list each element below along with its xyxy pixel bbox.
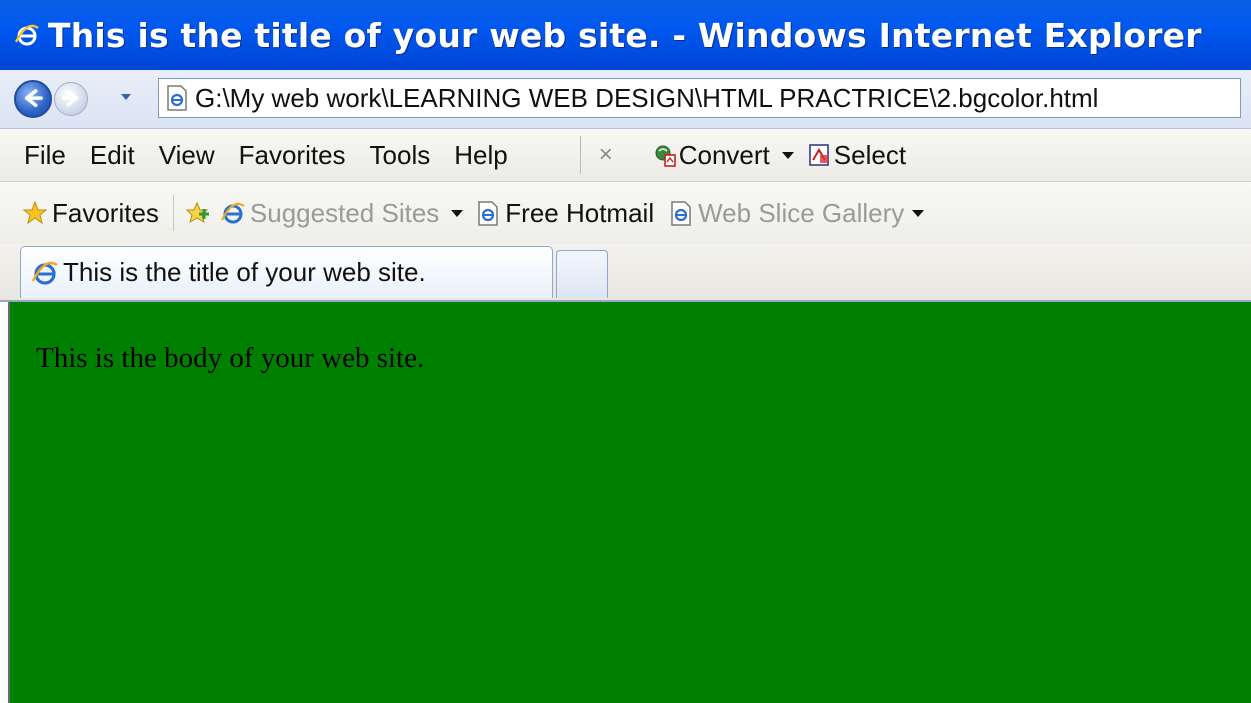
close-icon[interactable]: × bbox=[599, 141, 613, 169]
tab-active[interactable]: This is the title of your web site. bbox=[20, 246, 553, 298]
tab-bar: This is the title of your web site. bbox=[0, 244, 1251, 302]
browser-window: This is the title of your web site. - Wi… bbox=[0, 0, 1251, 703]
select-label: Select bbox=[833, 139, 907, 170]
web-slice-gallery-dropdown-icon[interactable] bbox=[912, 209, 925, 217]
favorites-separator bbox=[172, 195, 174, 231]
forward-button[interactable] bbox=[54, 82, 88, 116]
page-icon bbox=[671, 201, 691, 226]
menu-bar: File Edit View Favorites Tools Help × Co… bbox=[0, 129, 1251, 182]
url-text: G:\My web work\LEARNING WEB DESIGN\HTML … bbox=[195, 82, 1099, 113]
convert-label: Convert bbox=[678, 139, 770, 170]
convert-icon bbox=[655, 145, 676, 167]
menu-edit[interactable]: Edit bbox=[90, 140, 135, 171]
menu-separator bbox=[579, 136, 581, 174]
title-bar[interactable]: This is the title of your web site. - Wi… bbox=[0, 0, 1251, 70]
window-title: This is the title of your web site. - Wi… bbox=[48, 15, 1202, 55]
favorite-free-hotmail[interactable]: Free Hotmail bbox=[475, 198, 654, 229]
page-icon bbox=[167, 85, 187, 111]
free-hotmail-label: Free Hotmail bbox=[505, 197, 655, 228]
menu-file[interactable]: File bbox=[24, 140, 66, 171]
page-icon bbox=[478, 201, 499, 226]
select-button[interactable]: Select bbox=[808, 140, 906, 171]
new-tab-button[interactable] bbox=[556, 250, 608, 298]
favorites-bar: Favorites Suggested Sites Free Hotmail W… bbox=[0, 182, 1251, 244]
address-field[interactable]: G:\My web work\LEARNING WEB DESIGN\HTML … bbox=[158, 78, 1241, 118]
back-arrow-icon bbox=[24, 89, 43, 108]
ie-icon bbox=[220, 202, 245, 224]
menu-help[interactable]: Help bbox=[454, 140, 507, 171]
favorites-button[interactable]: Favorites bbox=[22, 198, 159, 229]
address-toolbar: G:\My web work\LEARNING WEB DESIGN\HTML … bbox=[0, 70, 1251, 129]
recent-pages-dropdown-icon[interactable] bbox=[120, 92, 132, 102]
suggested-sites-label: Suggested Sites bbox=[249, 197, 440, 228]
forward-arrow-icon bbox=[61, 89, 79, 107]
web-slice-gallery-label: Web Slice Gallery bbox=[698, 197, 905, 228]
select-icon bbox=[808, 144, 829, 166]
page-content: This is the body of your web site. bbox=[8, 302, 1251, 703]
menu-tools[interactable]: Tools bbox=[370, 140, 431, 171]
tab-label: This is the title of your web site. bbox=[63, 257, 426, 287]
back-button[interactable] bbox=[14, 80, 52, 118]
convert-button[interactable]: Convert bbox=[653, 140, 808, 171]
add-favorite-icon[interactable] bbox=[184, 200, 210, 226]
suggested-sites-dropdown-icon[interactable] bbox=[451, 209, 464, 217]
menu-favorites[interactable]: Favorites bbox=[239, 140, 346, 171]
convert-dropdown-icon[interactable] bbox=[781, 151, 794, 159]
favorite-suggested-sites[interactable]: Suggested Sites bbox=[220, 198, 475, 229]
ie-icon bbox=[31, 261, 58, 285]
star-icon bbox=[22, 200, 48, 225]
favorites-label: Favorites bbox=[52, 197, 159, 228]
menu-view[interactable]: View bbox=[159, 140, 215, 171]
ie-icon bbox=[14, 24, 39, 46]
page-body-text: This is the body of your web site. bbox=[36, 342, 425, 374]
favorite-web-slice-gallery[interactable]: Web Slice Gallery bbox=[668, 198, 938, 229]
